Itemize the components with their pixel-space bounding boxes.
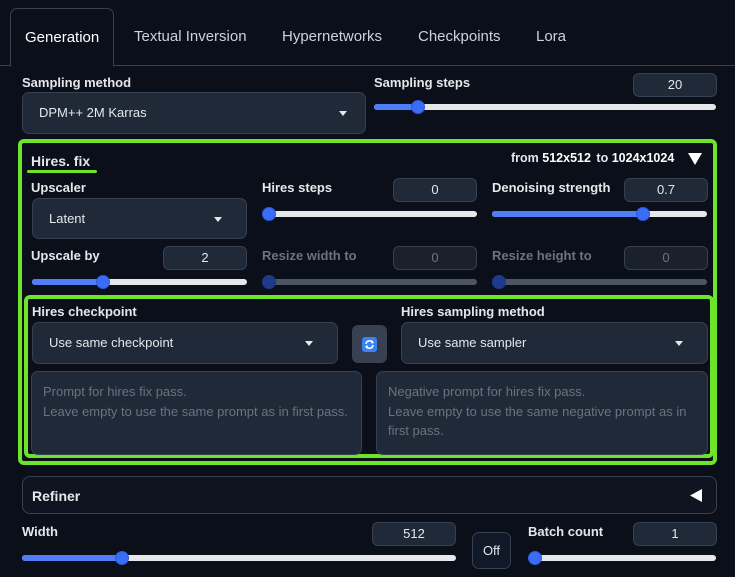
width-slider[interactable]: [22, 551, 456, 565]
hires-fix-title[interactable]: Hires. fix: [31, 153, 90, 169]
hires-negative-prompt-textarea[interactable]: Negative prompt for hires fix pass. Leav…: [376, 371, 708, 455]
resize-height-slider[interactable]: [492, 275, 707, 289]
batch-count-label: Batch count: [528, 524, 604, 539]
from-size: 512x512: [542, 151, 591, 165]
hires-fix-underline: [27, 170, 97, 173]
resize-width-label: Resize width to: [262, 248, 357, 263]
hires-sampler-dropdown[interactable]: Use same sampler: [401, 322, 708, 364]
hires-sampler-label: Hires sampling method: [401, 304, 545, 319]
expand-triangle-icon[interactable]: [689, 488, 703, 503]
sampling-steps-label: Sampling steps: [374, 75, 471, 90]
swap-dimensions-toggle[interactable]: Off: [472, 532, 511, 569]
upscale-by-input[interactable]: 2: [163, 246, 247, 270]
slider-thumb[interactable]: [411, 100, 426, 114]
refiner-panel[interactable]: Refiner: [22, 476, 717, 514]
hires-neg-placeholder-line1: Negative prompt for hires fix pass.: [388, 384, 586, 399]
slider-fill: [492, 211, 643, 217]
sampling-steps-input[interactable]: 20: [633, 73, 717, 97]
slider-thumb[interactable]: [262, 275, 276, 289]
sampling-method-value: DPM++ 2M Karras: [39, 105, 147, 120]
hires-checkpoint-dropdown[interactable]: Use same checkpoint: [32, 322, 338, 364]
tab-checkpoints[interactable]: Checkpoints: [404, 8, 515, 66]
tab-generation[interactable]: Generation: [10, 8, 115, 67]
hires-steps-input[interactable]: 0: [393, 178, 477, 202]
resize-width-input[interactable]: 0: [393, 246, 477, 270]
hires-size-info: from 512x512 to 1024x1024: [511, 151, 674, 165]
batch-count-slider[interactable]: [528, 551, 716, 565]
hires-sampler-value: Use same sampler: [418, 335, 527, 350]
slider-thumb[interactable]: [492, 275, 506, 289]
collapse-triangle-icon[interactable]: [687, 152, 703, 166]
hires-steps-label: Hires steps: [262, 180, 333, 195]
width-label: Width: [22, 524, 58, 539]
upscaler-value: Latent: [49, 211, 86, 226]
slider-thumb[interactable]: [114, 551, 129, 565]
upscale-by-label: Upscale by: [31, 248, 100, 263]
slider-thumb[interactable]: [262, 207, 276, 221]
tab-bar: Generation Textual Inversion Hypernetwor…: [0, 0, 735, 67]
tab-lora[interactable]: Lora: [522, 8, 580, 66]
slider-thumb[interactable]: [528, 551, 542, 565]
hires-prompt-placeholder-line1: Prompt for hires fix pass.: [43, 384, 187, 399]
refresh-button[interactable]: [352, 325, 387, 363]
resize-width-slider[interactable]: [262, 275, 477, 289]
refiner-title: Refiner: [32, 488, 81, 504]
hires-neg-placeholder-line2: Leave empty to use the same negative pro…: [388, 403, 687, 419]
hires-prompt-textarea[interactable]: Prompt for hires fix pass. Leave empty t…: [31, 371, 362, 455]
slider-fill: [32, 279, 103, 285]
resize-height-label: Resize height to: [492, 248, 592, 263]
sampling-method-dropdown[interactable]: DPM++ 2M Karras: [22, 92, 366, 134]
tab-hypernetworks[interactable]: Hypernetworks: [268, 8, 396, 66]
slider-thumb[interactable]: [635, 207, 650, 221]
from-prefix: from: [511, 151, 539, 165]
sampling-method-label: Sampling method: [22, 75, 132, 90]
hires-prompt-placeholder-line2: Leave empty to use the same prompt as in…: [43, 403, 348, 419]
slider-thumb[interactable]: [95, 275, 110, 289]
denoising-strength-label: Denoising strength: [492, 180, 611, 195]
refresh-icon: [362, 337, 377, 352]
hires-neg-placeholder-line3: first pass.: [388, 423, 444, 438]
to-size: 1024x1024: [611, 151, 675, 165]
tab-textual-inversion[interactable]: Textual Inversion: [120, 8, 261, 66]
chevron-down-icon: [214, 216, 222, 222]
hires-checkpoint-value: Use same checkpoint: [49, 335, 174, 350]
to-prefix: to: [596, 151, 609, 165]
chevron-down-icon: [675, 341, 683, 346]
upscaler-dropdown[interactable]: Latent: [32, 198, 247, 239]
upscaler-label: Upscaler: [31, 180, 86, 195]
chevron-down-icon: [339, 111, 347, 116]
hires-steps-slider[interactable]: [262, 207, 477, 221]
resize-height-input[interactable]: 0: [624, 246, 708, 270]
upscale-by-slider[interactable]: [32, 275, 247, 289]
batch-count-input[interactable]: 1: [633, 522, 717, 546]
denoising-strength-slider[interactable]: [492, 207, 707, 221]
sampling-steps-slider[interactable]: [374, 100, 716, 114]
chevron-down-icon: [305, 341, 313, 346]
width-input[interactable]: 512: [372, 522, 456, 546]
denoising-strength-input[interactable]: 0.7: [624, 178, 708, 202]
hires-checkpoint-label: Hires checkpoint: [32, 304, 137, 319]
slider-fill: [22, 555, 122, 561]
